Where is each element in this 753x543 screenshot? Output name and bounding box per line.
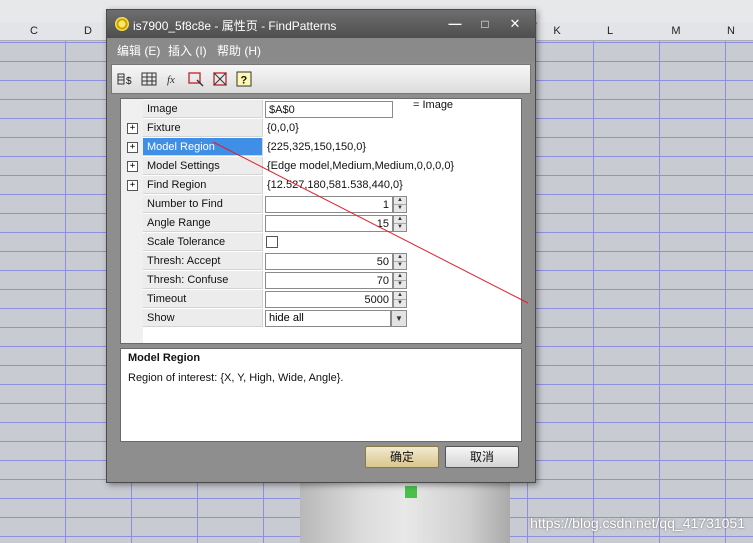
- table-icon[interactable]: [140, 70, 158, 88]
- column-header-k[interactable]: K: [537, 22, 578, 41]
- property-row-show[interactable]: Show hide all ▼: [121, 309, 521, 328]
- region-fit-icon[interactable]: [211, 70, 229, 88]
- spin-down-icon[interactable]: ▼: [394, 300, 406, 307]
- spin-button[interactable]: ▲ ▼: [393, 272, 407, 289]
- property-row-timeout[interactable]: Timeout ▲▼: [121, 290, 521, 309]
- property-value-input[interactable]: [265, 291, 393, 308]
- expand-icon[interactable]: +: [127, 142, 138, 153]
- spin-up-icon[interactable]: ▲: [394, 273, 406, 281]
- property-name[interactable]: Fixture: [143, 119, 263, 137]
- maximize-button[interactable]: □: [475, 15, 495, 33]
- property-value[interactable]: {12.527,180,581.538,440,0}: [267, 176, 403, 194]
- property-value-input[interactable]: [265, 215, 393, 232]
- spin-up-icon[interactable]: ▲: [394, 254, 406, 262]
- property-row-image[interactable]: Image = Image: [121, 99, 521, 119]
- image-reference-label: = Image: [413, 99, 454, 111]
- property-name[interactable]: Scale Tolerance: [143, 233, 263, 251]
- property-row-find-region[interactable]: + Find Region {12.527,180,581.538,440,0}: [121, 176, 521, 195]
- dialog-titlebar[interactable]: is7900_5f8c8e - 属性页 - FindPatterns — □ ✕: [107, 10, 535, 38]
- property-value-input[interactable]: [265, 253, 393, 270]
- expand-icon[interactable]: +: [127, 180, 138, 191]
- property-name[interactable]: Model Settings: [143, 157, 263, 175]
- svg-text:$: $: [126, 76, 132, 87]
- column-header-d[interactable]: D: [68, 22, 109, 41]
- spin-down-icon[interactable]: ▼: [394, 262, 406, 269]
- property-name[interactable]: Timeout: [143, 290, 263, 308]
- minimize-button[interactable]: —: [445, 15, 465, 33]
- close-button[interactable]: ✕: [505, 15, 525, 33]
- column-header-n[interactable]: N: [709, 22, 753, 41]
- sort-icon[interactable]: $: [116, 70, 134, 88]
- property-name[interactable]: Angle Range: [143, 214, 263, 232]
- property-name[interactable]: Show: [143, 309, 263, 327]
- property-name[interactable]: Model Region: [143, 138, 263, 156]
- show-select[interactable]: hide all: [265, 310, 391, 327]
- property-grid: Image = Image + Fixture{0,0,0} + Model Region…: [120, 98, 522, 344]
- property-value[interactable]: {225,325,150,150,0}: [267, 138, 366, 156]
- property-value[interactable]: {0,0,0}: [267, 119, 299, 137]
- property-name[interactable]: Image: [143, 100, 263, 118]
- property-row-angle-range[interactable]: Angle Range ▲▼: [121, 214, 521, 233]
- description-panel: Model Region Region of interest: {X, Y, …: [120, 348, 522, 442]
- spin-button[interactable]: ▲ ▼: [393, 215, 407, 232]
- property-value-input[interactable]: [265, 101, 393, 118]
- chevron-down-icon[interactable]: ▼: [391, 310, 407, 327]
- property-dialog: is7900_5f8c8e - 属性页 - FindPatterns — □ ✕…: [106, 9, 536, 483]
- property-name[interactable]: Number to Find: [143, 195, 263, 213]
- property-value-input[interactable]: [265, 196, 393, 213]
- svg-text:fx: fx: [167, 74, 175, 86]
- property-value-input[interactable]: [265, 272, 393, 289]
- property-name[interactable]: Thresh: Confuse: [143, 271, 263, 289]
- scale-tolerance-checkbox[interactable]: [266, 236, 278, 248]
- spin-up-icon[interactable]: ▲: [394, 292, 406, 300]
- watermark: https://blog.csdn.net/qq_41731051: [530, 515, 745, 531]
- property-row-thresh-accept[interactable]: Thresh: Accept ▲▼: [121, 252, 521, 271]
- column-header-l[interactable]: L: [577, 22, 644, 41]
- property-row-fixture[interactable]: + Fixture {0,0,0}: [121, 119, 521, 138]
- property-row-thresh-confuse[interactable]: Thresh: Confuse ▲▼: [121, 271, 521, 290]
- spin-up-icon[interactable]: ▲: [394, 216, 406, 224]
- spin-button[interactable]: ▲ ▼: [393, 253, 407, 270]
- toolbar: $ fx ?: [111, 64, 531, 94]
- cancel-button[interactable]: 取消: [445, 446, 519, 468]
- svg-text:?: ?: [241, 75, 248, 87]
- description-text: Region of interest: {X, Y, High, Wide, A…: [128, 372, 344, 384]
- property-row-model-settings[interactable]: + Model Settings {Edge model,Medium,Medium…: [121, 157, 521, 176]
- spreadsheet-camera-image: [300, 480, 510, 543]
- expand-icon[interactable]: +: [127, 161, 138, 172]
- menu-edit[interactable]: 编辑 (E): [117, 42, 160, 59]
- app-icon: [115, 17, 129, 31]
- function-icon[interactable]: fx: [164, 70, 182, 88]
- description-title: Model Region: [128, 352, 201, 364]
- spin-button[interactable]: ▲ ▼: [393, 196, 407, 213]
- spin-down-icon[interactable]: ▼: [394, 205, 406, 212]
- menu-bar: 编辑 (E) 插入 (I) 帮助 (H): [107, 38, 535, 62]
- ok-button[interactable]: 确定: [365, 446, 439, 468]
- property-row-number-to-find[interactable]: Number to Find ▲▼: [121, 195, 521, 214]
- spin-up-icon[interactable]: ▲: [394, 197, 406, 205]
- expand-icon[interactable]: +: [127, 123, 138, 134]
- property-row-scale-tolerance[interactable]: Scale Tolerance: [121, 233, 521, 252]
- help-icon[interactable]: ?: [235, 70, 253, 88]
- spin-down-icon[interactable]: ▼: [394, 224, 406, 231]
- column-header-m[interactable]: M: [643, 22, 710, 41]
- property-name[interactable]: Find Region: [143, 176, 263, 194]
- property-row-model-region[interactable]: + Model Region {225,325,150,150,0}: [121, 138, 521, 157]
- spin-button[interactable]: ▲ ▼: [393, 291, 407, 308]
- property-value[interactable]: {Edge model,Medium,Medium,0,0,0,0}: [267, 157, 454, 175]
- spin-down-icon[interactable]: ▼: [394, 281, 406, 288]
- menu-insert[interactable]: 插入 (I): [168, 42, 207, 59]
- property-name[interactable]: Thresh: Accept: [143, 252, 263, 270]
- dialog-title: is7900_5f8c8e - 属性页 - FindPatterns: [133, 19, 337, 33]
- menu-help[interactable]: 帮助 (H): [217, 42, 261, 59]
- region-select-icon[interactable]: [187, 70, 205, 88]
- column-header-c[interactable]: C: [0, 22, 69, 41]
